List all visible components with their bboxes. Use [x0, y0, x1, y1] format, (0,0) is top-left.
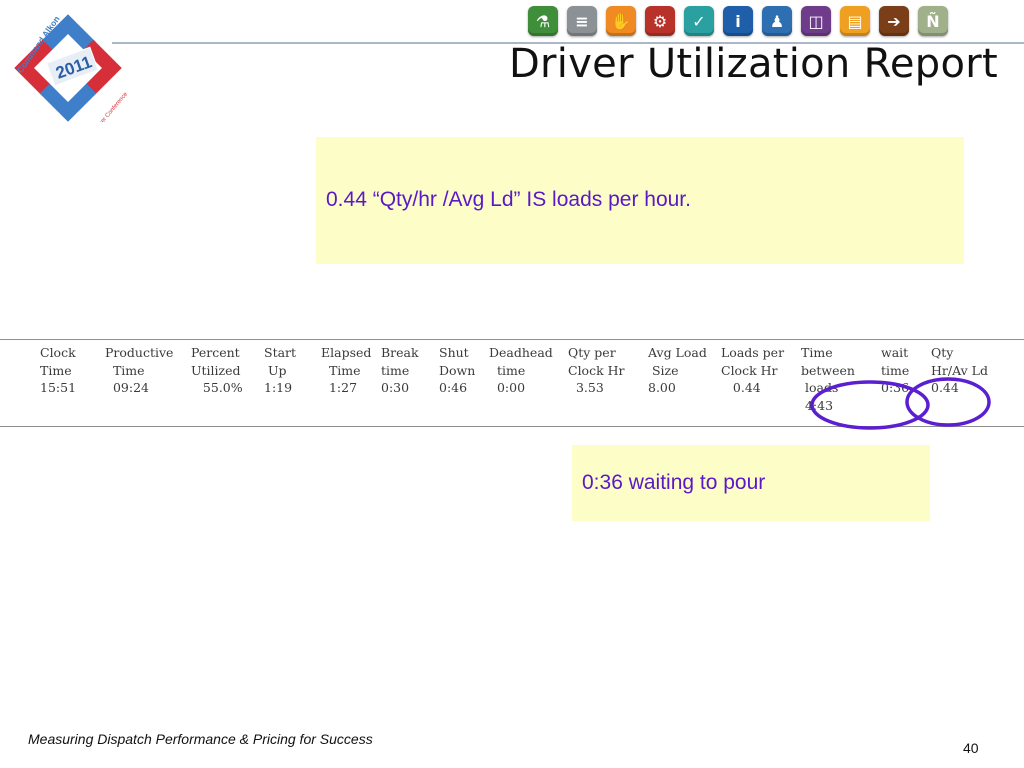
- column-header-line: Qty: [931, 345, 954, 360]
- layers-icon[interactable]: ≡: [567, 6, 597, 36]
- loads-per-hour-note: 0.44 “Qty/hr /Avg Ld” IS loads per hour.: [316, 137, 964, 264]
- column-header-line: wait: [881, 345, 909, 360]
- page-number: 40: [963, 740, 979, 756]
- column-header-line: Time: [105, 362, 145, 378]
- column-header-line: Clock Hr: [721, 362, 778, 378]
- hand-icon[interactable]: ✋: [606, 6, 636, 36]
- gears-icon[interactable]: ⚙: [645, 6, 675, 36]
- column-header-line: Time: [40, 362, 72, 378]
- column-header-line: Hr/Av Ld: [931, 362, 988, 378]
- slide-title: Driver Utilization Report: [508, 41, 998, 87]
- report-column: Elapsed Time 1:27: [321, 344, 371, 397]
- checkmark-icon[interactable]: ✓: [684, 6, 714, 36]
- presenter-icon[interactable]: ♟: [762, 6, 792, 36]
- column-value: 0:00: [489, 380, 526, 395]
- column-value: 0:30: [381, 380, 410, 395]
- report-column: Clock Time 15:51: [40, 344, 76, 397]
- column-value: 0:36: [881, 380, 910, 395]
- column-header-line: Down: [439, 362, 476, 378]
- loads-per-hour-note-text: 0.44 “Qty/hr /Avg Ld” IS loads per hour.: [326, 188, 691, 211]
- flask-icon[interactable]: ⚗: [528, 6, 558, 36]
- report-column: Loads per Clock Hr 0.44: [721, 344, 784, 397]
- report-column: Deadhead time 0:00: [489, 344, 553, 397]
- column-value: 1:19: [264, 380, 293, 395]
- n-icon[interactable]: Ñ: [918, 6, 948, 36]
- column-header-line: Avg Load: [648, 345, 707, 360]
- column-header-line: Utilized: [191, 362, 241, 378]
- column-value: 3.53: [568, 380, 604, 395]
- column-header-line: time: [881, 362, 910, 378]
- column-value: 0.44: [931, 380, 959, 395]
- column-header-line: Qty per: [568, 345, 616, 360]
- report-column: Time between loads 4:43: [801, 344, 855, 414]
- column-header-line: Shut: [439, 345, 469, 360]
- column-value: 15:51: [40, 380, 77, 395]
- report-column: Qty per Clock Hr 3.53: [568, 344, 625, 397]
- column-value: 09:24: [105, 380, 149, 395]
- column-header-line: Up: [264, 362, 287, 378]
- report-column: Percent Utilized 55.0%: [191, 344, 243, 397]
- report-column: Productive Time 09:24: [105, 344, 173, 397]
- column-header-line: Elapsed: [321, 345, 372, 360]
- column-header-line: Productive: [105, 345, 174, 360]
- column-header-line: Loads per: [721, 345, 785, 360]
- column-header-line: Time: [321, 362, 361, 378]
- footer-text: Measuring Dispatch Performance & Pricing…: [28, 731, 373, 747]
- command-alkon-2011-logo: 2011 Command Alkon Customer Conference: [14, 14, 129, 122]
- report-column: Start Up 1:19: [264, 344, 296, 397]
- column-header-line: between: [801, 362, 855, 378]
- column-header-line: Start: [264, 345, 297, 360]
- column-header-line: Clock Hr: [568, 362, 625, 378]
- navigation-icon-bar: ⚗ ≡ ✋ ⚙ ✓ i ♟ ◫ ▤ ➔ Ñ: [528, 6, 948, 36]
- column-value: 55.0%: [191, 380, 243, 395]
- column-header-line: time: [489, 362, 526, 378]
- column-header-line: Percent: [191, 345, 240, 360]
- column-header-line: Deadhead: [489, 345, 553, 360]
- column-value: 4:43: [801, 397, 834, 413]
- column-header-line: time: [381, 362, 410, 378]
- column-value: 0.44: [721, 380, 761, 395]
- wait-time-note-text: 0:36 waiting to pour: [582, 471, 766, 494]
- column-value: 8.00: [648, 380, 676, 395]
- info-icon[interactable]: i: [723, 6, 753, 36]
- report-column: Avg Load Size 8.00: [648, 344, 707, 397]
- report-column: Qty Hr/Av Ld 0.44: [931, 344, 988, 397]
- report-column: Break time 0:30: [381, 344, 419, 397]
- column-header-line: Size: [648, 362, 679, 378]
- column-header-line: Clock: [40, 345, 76, 360]
- column-header-line: Break: [381, 345, 419, 360]
- wait-time-note: 0:36 waiting to pour: [572, 445, 930, 521]
- report-column: wait time 0:36: [881, 344, 909, 397]
- column-header-line: loads: [801, 380, 839, 395]
- panel-icon[interactable]: ◫: [801, 6, 831, 36]
- column-value: 0:46: [439, 380, 468, 395]
- documents-icon[interactable]: ▤: [840, 6, 870, 36]
- column-value: 1:27: [321, 380, 358, 395]
- report-column: Shut Down 0:46: [439, 344, 475, 397]
- truck-icon[interactable]: ➔: [879, 6, 909, 36]
- column-header-line: Time: [801, 345, 833, 360]
